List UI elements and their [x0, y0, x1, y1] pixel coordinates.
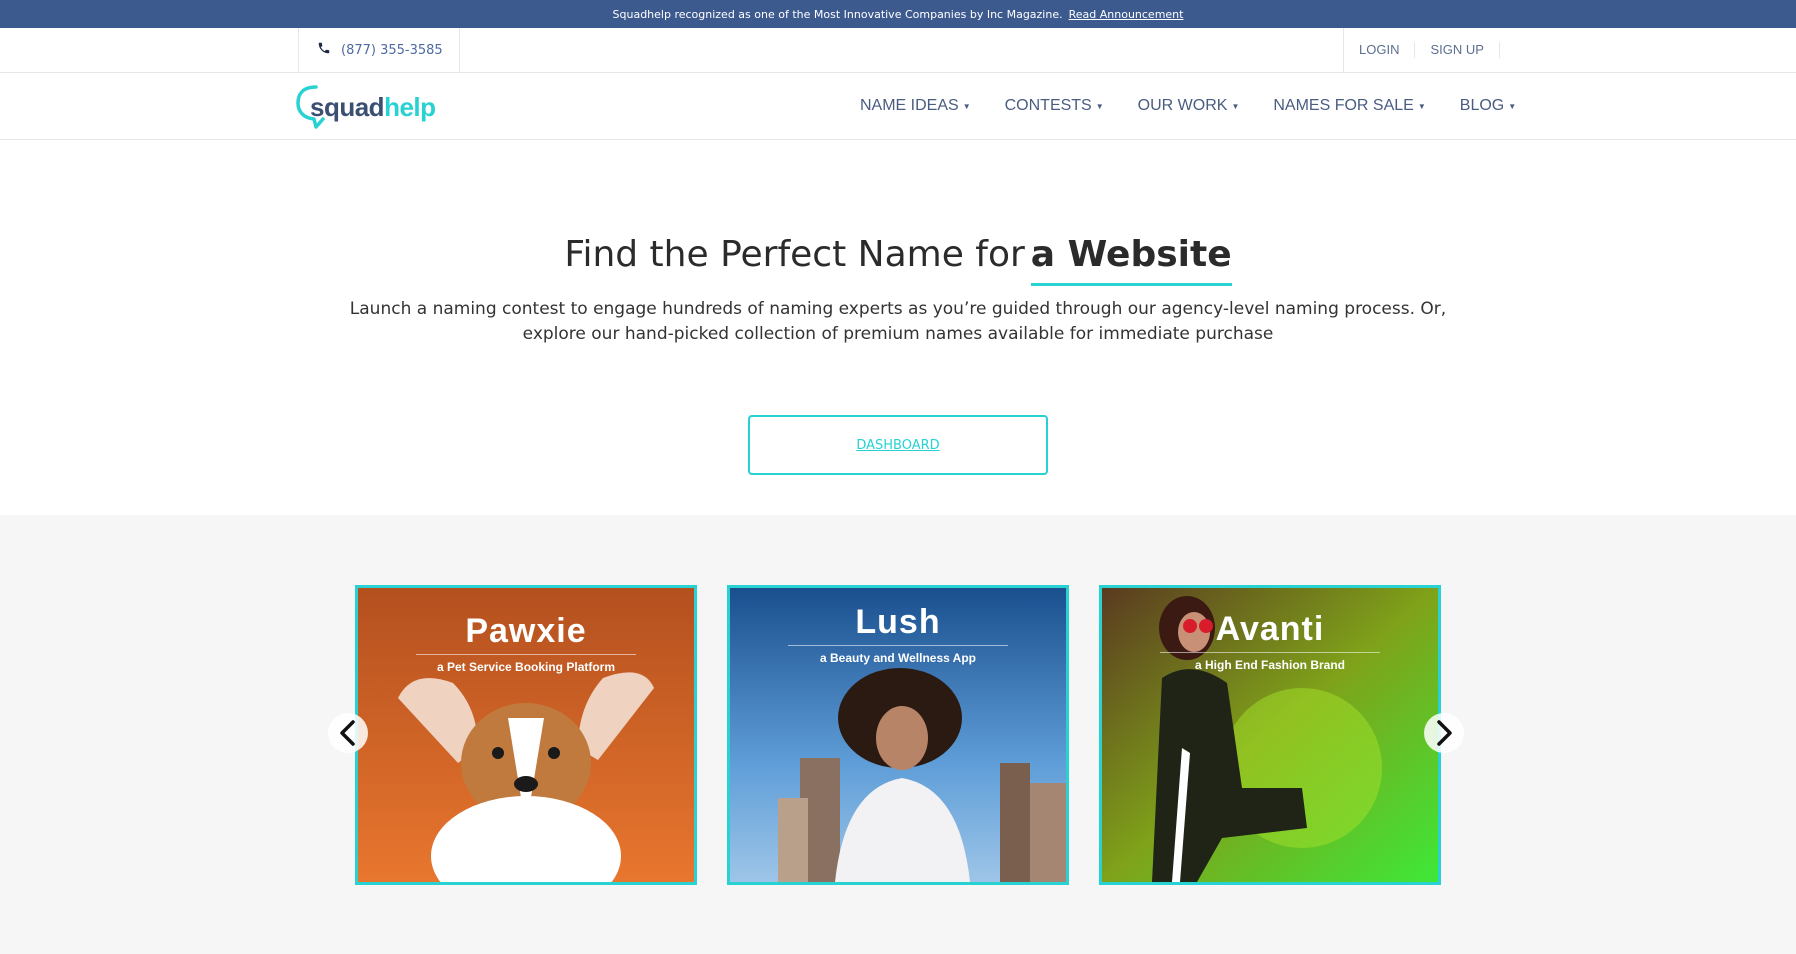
chevron-right-icon — [1437, 720, 1452, 746]
nav-contests[interactable]: CONTESTS ▼ — [1005, 97, 1104, 115]
hero-title: Find the Perfect Name for a Website — [0, 234, 1796, 286]
nav-names-for-sale[interactable]: NAMES FOR SALE ▼ — [1273, 97, 1425, 115]
carousel-prev-button[interactable] — [328, 713, 368, 753]
showcase-card-lush[interactable]: Lush a Beauty and Wellness App — [727, 585, 1069, 885]
showcase-carousel: Pawxie a Pet Service Booking Platform Lu… — [0, 515, 1796, 954]
showcase-card-avanti[interactable]: Avanti a High End Fashion Brand — [1099, 585, 1441, 885]
card-title: Lush — [855, 603, 941, 641]
card-divider — [416, 654, 636, 655]
carousel-next-button[interactable] — [1424, 713, 1464, 753]
phone-link[interactable]: (877) 355-3585 — [298, 28, 460, 72]
caret-down-icon: ▼ — [1231, 101, 1240, 111]
hero-title-highlight: a Website — [1030, 234, 1232, 286]
main-navbar: squadhelp NAME IDEAS ▼ CONTESTS ▼ OUR WORK… — [0, 73, 1796, 140]
dashboard-button[interactable]: DASHBOARD — [748, 415, 1048, 475]
phone-icon — [317, 41, 331, 59]
top-bar: (877) 355-3585 LOGIN SIGN UP — [0, 28, 1796, 73]
dashboard-button-label: DASHBOARD — [856, 437, 940, 453]
signup-link[interactable]: SIGN UP — [1415, 42, 1500, 58]
nav-name-ideas[interactable]: NAME IDEAS ▼ — [860, 97, 971, 115]
chevron-left-icon — [340, 720, 355, 746]
read-announcement-link[interactable]: Read Announcement — [1069, 8, 1184, 21]
caret-down-icon: ▼ — [962, 101, 971, 111]
card-tagline: a Beauty and Wellness App — [819, 651, 977, 665]
auth-links: LOGIN SIGN UP — [1343, 28, 1500, 72]
nav-our-work[interactable]: OUR WORK ▼ — [1138, 97, 1240, 115]
hero-title-lead: Find the Perfect Name for — [564, 234, 1025, 275]
phone-number: (877) 355-3585 — [341, 42, 443, 58]
card-divider — [788, 645, 1008, 646]
card-divider — [1160, 652, 1380, 653]
caret-down-icon: ▼ — [1095, 101, 1104, 111]
squadhelp-logo[interactable]: squadhelp — [296, 81, 436, 131]
card-tagline: a High End Fashion Brand — [1194, 658, 1345, 672]
main-nav: NAME IDEAS ▼ CONTESTS ▼ OUR WORK ▼ NAMES FO… — [860, 73, 1516, 139]
card-tagline: a Pet Service Booking Platform — [436, 660, 616, 674]
card-title: Pawxie — [465, 612, 587, 650]
announcement-bar: Squadhelp recognized as one of the Most … — [0, 0, 1796, 28]
caret-down-icon: ▼ — [1417, 101, 1426, 111]
nav-blog[interactable]: BLOG ▼ — [1460, 97, 1516, 115]
hero-section: Find the Perfect Name for a Website Launc… — [0, 140, 1796, 515]
logo-text: squadhelp — [310, 92, 436, 122]
login-link[interactable]: LOGIN — [1344, 42, 1416, 58]
caret-down-icon: ▼ — [1508, 101, 1517, 111]
announcement-text: Squadhelp recognized as one of the Most … — [612, 7, 1063, 21]
card-title: Avanti — [1215, 610, 1325, 648]
hero-subtitle: Launch a naming contest to engage hundre… — [349, 299, 1447, 344]
showcase-card-pawxie[interactable]: Pawxie a Pet Service Booking Platform — [355, 585, 697, 885]
